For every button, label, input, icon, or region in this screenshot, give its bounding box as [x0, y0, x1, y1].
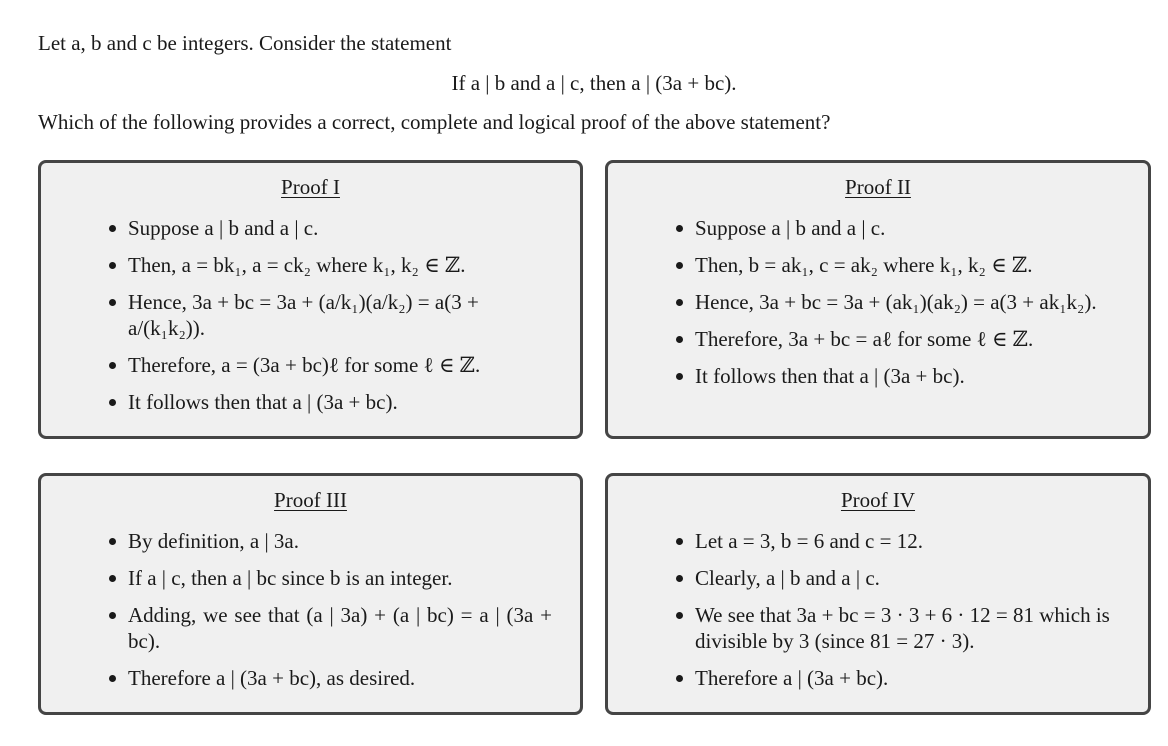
proof-step: Therefore, a = (3a + bc)ℓ for some ℓ ∈ ℤ… — [106, 352, 552, 378]
proof-step: Suppose a | b and a | c. — [673, 215, 1120, 241]
proof-step: Clearly, a | b and a | c. — [673, 565, 1120, 591]
proof-step: Hence, 3a + bc = 3a + (ak₁)(ak₂) = a(3 +… — [673, 289, 1120, 315]
statement-text: If a | b and a | c, then a | (3a + bc). — [451, 71, 737, 95]
proof-step: Let a = 3, b = 6 and c = 12. — [673, 528, 1120, 554]
proof-box-2: Proof II Suppose a | b and a | c. Then, … — [605, 160, 1151, 439]
proof-step: Then, a = bk₁, a = ck₂ where k₁, k₂ ∈ ℤ. — [106, 252, 552, 278]
proof-steps: Suppose a | b and a | c. Then, a = bk₁, … — [106, 215, 552, 426]
proof-title: Proof II — [845, 175, 911, 199]
proof-step: It follows then that a | (3a + bc). — [673, 363, 1120, 389]
proof-step: Hence, 3a + bc = 3a + (a/k₁)(a/k₂) = a(3… — [106, 289, 552, 341]
proof-step: Suppose a | b and a | c. — [106, 215, 552, 241]
proof-step: By definition, a | 3a. — [106, 528, 552, 554]
proof-step: Therefore a | (3a + bc). — [673, 665, 1120, 691]
proof-box-4: Proof IV Let a = 3, b = 6 and c = 12. Cl… — [605, 473, 1151, 715]
proof-step: It follows then that a | (3a + bc). — [106, 389, 552, 415]
proof-step: We see that 3a + bc = 3 · 3 + 6 · 12 = 8… — [673, 602, 1120, 654]
intro-text: Let a, b and c be integers. Consider the… — [38, 31, 452, 55]
proof-title: Proof III — [274, 488, 347, 512]
proof-box-1: Proof I Suppose a | b and a | c. Then, a… — [38, 160, 583, 439]
proof-step: If a | c, then a | bc since b is an inte… — [106, 565, 552, 591]
proof-title: Proof I — [281, 175, 340, 199]
proof-title: Proof IV — [840, 488, 916, 512]
proof-steps: By definition, a | 3a. If a | c, then a … — [106, 528, 552, 702]
proof-step: Then, b = ak₁, c = ak₂ where k₁, k₂ ∈ ℤ. — [673, 252, 1120, 278]
proof-step: Adding, we see that (a | 3a) + (a | bc) … — [106, 602, 552, 654]
proof-step: Therefore, 3a + bc = aℓ for some ℓ ∈ ℤ. — [673, 326, 1120, 352]
proof-steps: Suppose a | b and a | c. Then, b = ak₁, … — [673, 215, 1120, 400]
proof-steps: Let a = 3, b = 6 and c = 12. Clearly, a … — [673, 528, 1120, 702]
question-text: Which of the following provides a correc… — [38, 110, 831, 134]
proof-step: Therefore a | (3a + bc), as desired. — [106, 665, 552, 691]
proof-box-3: Proof III By definition, a | 3a. If a | … — [38, 473, 583, 715]
